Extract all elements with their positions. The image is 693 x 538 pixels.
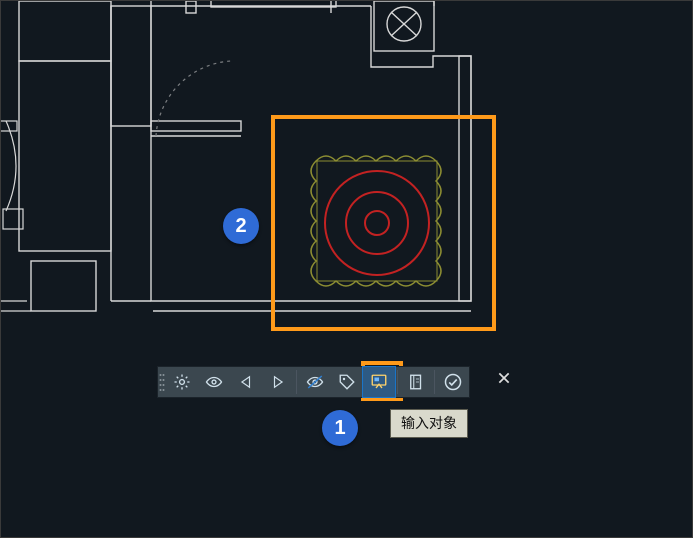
toolbar-grip[interactable] xyxy=(158,367,166,397)
gear-icon xyxy=(173,373,191,391)
toolbar-separator xyxy=(296,370,297,394)
callout-badge-1: 1 xyxy=(322,410,358,446)
input-object-button[interactable] xyxy=(363,367,395,397)
tooltip: 输入对象 xyxy=(390,409,468,438)
check-circle-icon xyxy=(443,372,463,392)
callout-badge-2: 2 xyxy=(223,208,259,244)
drawing-canvas[interactable] xyxy=(1,1,693,538)
shape-in-icon xyxy=(369,373,389,391)
quick-properties-toolbar xyxy=(157,366,470,398)
eye-icon xyxy=(204,373,224,391)
triangle-left-icon xyxy=(239,375,253,389)
notebook-icon xyxy=(407,373,425,391)
close-icon xyxy=(497,371,511,385)
settings-button[interactable] xyxy=(166,367,198,397)
visibility-button[interactable] xyxy=(198,367,230,397)
notes-button[interactable] xyxy=(400,367,432,397)
target-ring-mid xyxy=(346,192,408,254)
eye-off-icon xyxy=(305,373,325,391)
step-forward-button[interactable] xyxy=(262,367,294,397)
toolbar-separator xyxy=(434,370,435,394)
toggle-visibility-button[interactable] xyxy=(299,367,331,397)
step-back-button[interactable] xyxy=(230,367,262,397)
accept-button[interactable] xyxy=(437,367,469,397)
target-ring-inner xyxy=(365,211,389,235)
cad-viewport[interactable]: 1 2 xyxy=(0,0,693,538)
tag-icon xyxy=(338,373,356,391)
category-button[interactable] xyxy=(331,367,363,397)
toolbar-close-button[interactable] xyxy=(495,369,513,387)
target-ring-outer xyxy=(325,171,429,275)
triangle-right-icon xyxy=(271,375,285,389)
rug-outline xyxy=(311,156,441,286)
toolbar-separator xyxy=(397,370,398,394)
